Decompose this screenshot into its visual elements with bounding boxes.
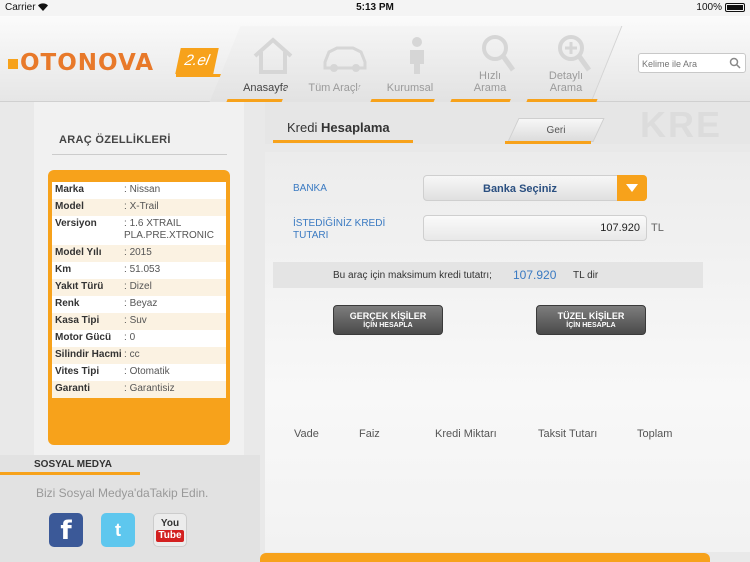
spec-row: Km51.053 (52, 262, 226, 279)
social-media-section: SOSYAL MEDYA Bizi Sosyal Medya'daTakip E… (0, 455, 260, 562)
social-subtitle: Bizi Sosyal Medya'daTakip Edin. (36, 486, 209, 500)
app-header: OTONOVA 2.el Anasayfa Tüm Araçlar Kurums… (0, 16, 750, 102)
vehicle-sidebar: ARAÇ ÖZELLİKLERİ MarkaNissan ModelX-Trai… (34, 102, 244, 462)
spec-row: Versiyon1.6 XTRAIL PLA.PRE.XTRONIC (52, 216, 226, 245)
main-nav: Anasayfa Tüm Araçlar Kurumsal Hızlı Aram… (205, 16, 635, 102)
nav-detayli-arama[interactable]: Detaylı Arama (509, 26, 623, 102)
credit-amount-input[interactable] (423, 215, 647, 241)
sidebar-title: ARAÇ ÖZELLİKLERİ (59, 134, 171, 146)
spec-card: MarkaNissan ModelX-Trail Versiyon1.6 XTR… (48, 170, 230, 445)
magnifier-icon (482, 35, 516, 72)
spec-row: Kasa TipiSuv (52, 313, 226, 330)
spec-row: Motor Gücü0 (52, 330, 226, 347)
bank-select[interactable]: Banka Seçiniz (423, 175, 647, 201)
credit-calculator: KRE Kredi Hesaplama Geri BANKA Banka Seç… (265, 102, 750, 562)
column-header-taksit-tutari: Taksit Tutarı (538, 428, 598, 440)
search-box (638, 53, 746, 73)
clock: 5:13 PM (356, 2, 394, 13)
footer-accent (260, 553, 710, 562)
facebook-icon[interactable]: f (49, 513, 83, 547)
home-icon (253, 37, 293, 74)
person-icon (410, 37, 424, 74)
battery-icon (725, 3, 745, 12)
otonova-logo[interactable]: OTONOVA 2.el (8, 46, 233, 86)
magnifier-plus-icon (558, 35, 592, 72)
calculate-individual-button[interactable]: GERÇEK KİŞİLER İÇİN HESAPLA (333, 305, 443, 335)
spec-row: Vites TipiOtomatik (52, 364, 226, 381)
chevron-down-icon (626, 184, 638, 192)
max-credit-amount: 107.920 (513, 268, 557, 282)
column-header-vade: Vade (294, 428, 319, 440)
dropdown-arrow[interactable] (617, 175, 647, 201)
column-header-faiz: Faiz (359, 428, 380, 440)
cars-icon (323, 46, 367, 72)
spec-row: GarantiGarantisiz (52, 381, 226, 398)
spec-row: Silindir Hacmicc (52, 347, 226, 364)
column-header-kredi-miktari: Kredi Miktarı (435, 428, 497, 440)
title-underline (273, 140, 413, 143)
spec-row: Model Yılı2015 (52, 245, 226, 262)
calculator-panel: BANKA Banka Seçiniz İSTEDİĞİNİZ KREDİ TU… (265, 152, 750, 552)
column-header-toplam: Toplam (637, 428, 673, 440)
youtube-icon[interactable]: You Tube (153, 513, 187, 547)
currency-label: TL (651, 222, 664, 234)
spec-row: MarkaNissan (52, 182, 226, 199)
max-credit-info: Bu araç için maksimum kredi tutatrı; 107… (273, 262, 703, 288)
calculate-corporate-button[interactable]: TÜZEL KİŞİLER İÇİN HESAPLA (536, 305, 646, 335)
social-title: SOSYAL MEDYA (34, 459, 112, 470)
credit-amount-label: İSTEDİĞİNİZ KREDİ TUTARI (293, 218, 386, 241)
status-bar: Carrier 5:13 PM 100% (0, 0, 750, 16)
main-header: KRE Kredi Hesaplama Geri (265, 102, 750, 145)
divider (52, 154, 227, 155)
divider (0, 472, 140, 475)
back-button[interactable]: Geri (505, 118, 605, 144)
twitter-icon[interactable]: t (101, 513, 135, 547)
battery-percent: 100% (696, 2, 722, 13)
spec-row: ModelX-Trail (52, 199, 226, 216)
spec-table: MarkaNissan ModelX-Trail Versiyon1.6 XTR… (52, 182, 226, 398)
spec-row: Yakıt TürüDizel (52, 279, 226, 296)
watermark-text: KRE (640, 104, 723, 145)
bank-label: BANKA (293, 183, 327, 194)
page-title: Kredi Hesaplama (287, 120, 390, 135)
spec-row: RenkBeyaz (52, 296, 226, 313)
search-input[interactable] (642, 56, 728, 71)
search-icon[interactable] (729, 57, 741, 69)
